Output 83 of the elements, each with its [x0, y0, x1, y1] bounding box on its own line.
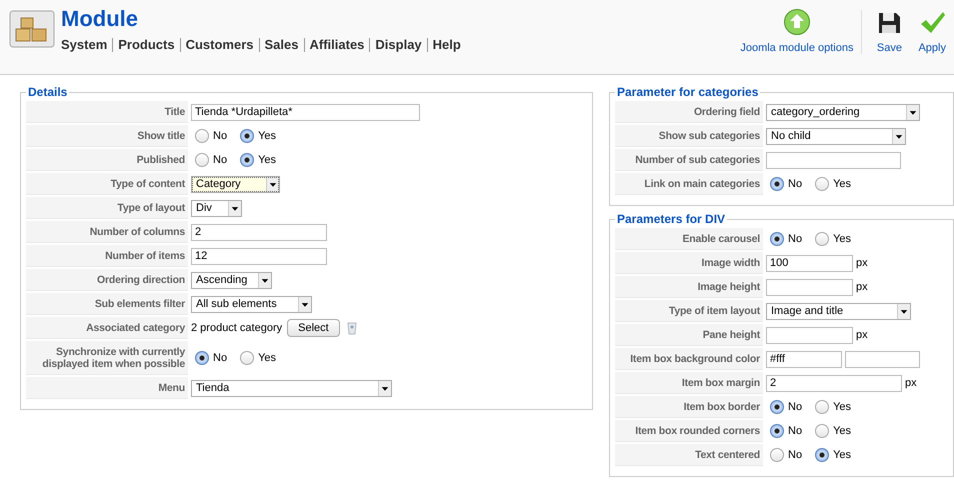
- unit-label: px: [856, 281, 868, 293]
- toolbar-button[interactable]: Joomla module options: [732, 8, 862, 54]
- field-label: Text centered: [615, 444, 763, 466]
- field-label: Type of item layout: [615, 300, 763, 322]
- field-label: Show title: [26, 125, 188, 147]
- toolbar-button[interactable]: Save: [861, 10, 910, 54]
- field-label: Item box margin: [615, 372, 763, 394]
- radio-option[interactable]: No: [195, 129, 228, 143]
- field-label: Associated category: [26, 317, 188, 339]
- text-field[interactable]: [766, 152, 901, 168]
- field-label: Image width: [615, 252, 763, 274]
- radio-option[interactable]: Yes: [240, 351, 276, 365]
- dropdown[interactable]: Tienda: [191, 380, 392, 396]
- field-label: Title: [26, 101, 188, 123]
- text-field[interactable]: [766, 326, 853, 344]
- dropdown[interactable]: category_ordering: [766, 104, 920, 120]
- menu-link[interactable]: Products: [112, 38, 180, 52]
- menu-link[interactable]: Display: [369, 38, 427, 52]
- dropdown[interactable]: Ascending: [191, 272, 272, 288]
- field-label: Ordering direction: [26, 269, 188, 291]
- text-field[interactable]: 2: [191, 224, 327, 240]
- dropdown[interactable]: Image and title: [766, 302, 911, 320]
- radio-option[interactable]: Yes: [815, 232, 852, 246]
- unit-label: px: [856, 257, 868, 269]
- field-label: Number of columns: [26, 221, 188, 243]
- section-title: Parameter for categories: [616, 85, 760, 99]
- field-label: Number of items: [26, 245, 188, 267]
- radio-option[interactable]: No: [770, 177, 802, 191]
- upload-icon: [782, 8, 811, 36]
- field-label: Show sub categories: [615, 125, 763, 147]
- dropdown[interactable]: No child: [766, 128, 906, 144]
- text-field[interactable]: 100: [766, 254, 853, 272]
- radio-option[interactable]: No: [195, 153, 228, 167]
- radio-option[interactable]: Yes: [240, 153, 276, 167]
- field-label: Menu: [26, 377, 188, 399]
- field-label: Published: [26, 149, 188, 171]
- unit-label: px: [856, 329, 868, 341]
- field-label: Type of content: [26, 173, 188, 195]
- menu-link[interactable]: System: [61, 38, 112, 52]
- radio-option[interactable]: Yes: [240, 129, 276, 143]
- radio-option[interactable]: Yes: [815, 177, 852, 191]
- radio-option[interactable]: No: [770, 400, 802, 414]
- menu-link[interactable]: Sales: [258, 38, 304, 52]
- radio-option[interactable]: No: [770, 232, 802, 246]
- radio-option[interactable]: Yes: [815, 424, 852, 438]
- field-label: Link on main categories: [615, 173, 763, 195]
- text-field[interactable]: 12: [191, 248, 327, 264]
- field-label: Synchronize with currently displayed item when possible: [26, 341, 188, 375]
- menu-link[interactable]: Help: [426, 38, 466, 52]
- select-button[interactable]: Select: [287, 319, 340, 337]
- field-label: Item box border: [615, 396, 763, 418]
- color-swatch-field[interactable]: [845, 350, 920, 368]
- radio-option[interactable]: Yes: [815, 400, 852, 414]
- field-label: Item box background color: [615, 348, 763, 370]
- field-label: Number of sub categories: [615, 149, 763, 171]
- text-field[interactable]: 2: [766, 374, 902, 392]
- menu-link[interactable]: Customers: [180, 38, 259, 52]
- unit-label: px: [905, 377, 917, 389]
- radio-option[interactable]: Yes: [815, 448, 852, 462]
- color-field[interactable]: #fff: [766, 350, 842, 368]
- text-field[interactable]: [766, 278, 853, 296]
- toolbar-button[interactable]: Apply: [910, 10, 954, 54]
- radio-option[interactable]: No: [770, 448, 802, 462]
- dropdown[interactable]: Div: [191, 200, 242, 216]
- radio-option[interactable]: No: [195, 351, 228, 365]
- category-value: 2 product category: [191, 322, 282, 334]
- checkmark-icon: [919, 10, 946, 36]
- text-field[interactable]: Tienda *Urdapilleta*: [191, 104, 420, 120]
- field-label: Type of layout: [26, 197, 188, 219]
- field-label: Image height: [615, 276, 763, 298]
- field-label: Enable carousel: [615, 228, 763, 250]
- dropdown[interactable]: All sub elements: [191, 296, 312, 312]
- menu-link[interactable]: Affiliates: [304, 38, 370, 52]
- field-label: Pane height: [615, 324, 763, 346]
- section-title: Parameters for DIV: [616, 212, 726, 226]
- page-title: Module: [61, 6, 139, 32]
- field-label: Item box rounded corners: [615, 420, 763, 442]
- field-label: Sub elements filter: [26, 293, 188, 315]
- radio-option[interactable]: No: [770, 424, 802, 438]
- field-label: Ordering field: [615, 101, 763, 123]
- dropdown[interactable]: Category: [191, 176, 280, 192]
- boxes-icon: [9, 10, 55, 50]
- section-title: Details: [27, 85, 68, 99]
